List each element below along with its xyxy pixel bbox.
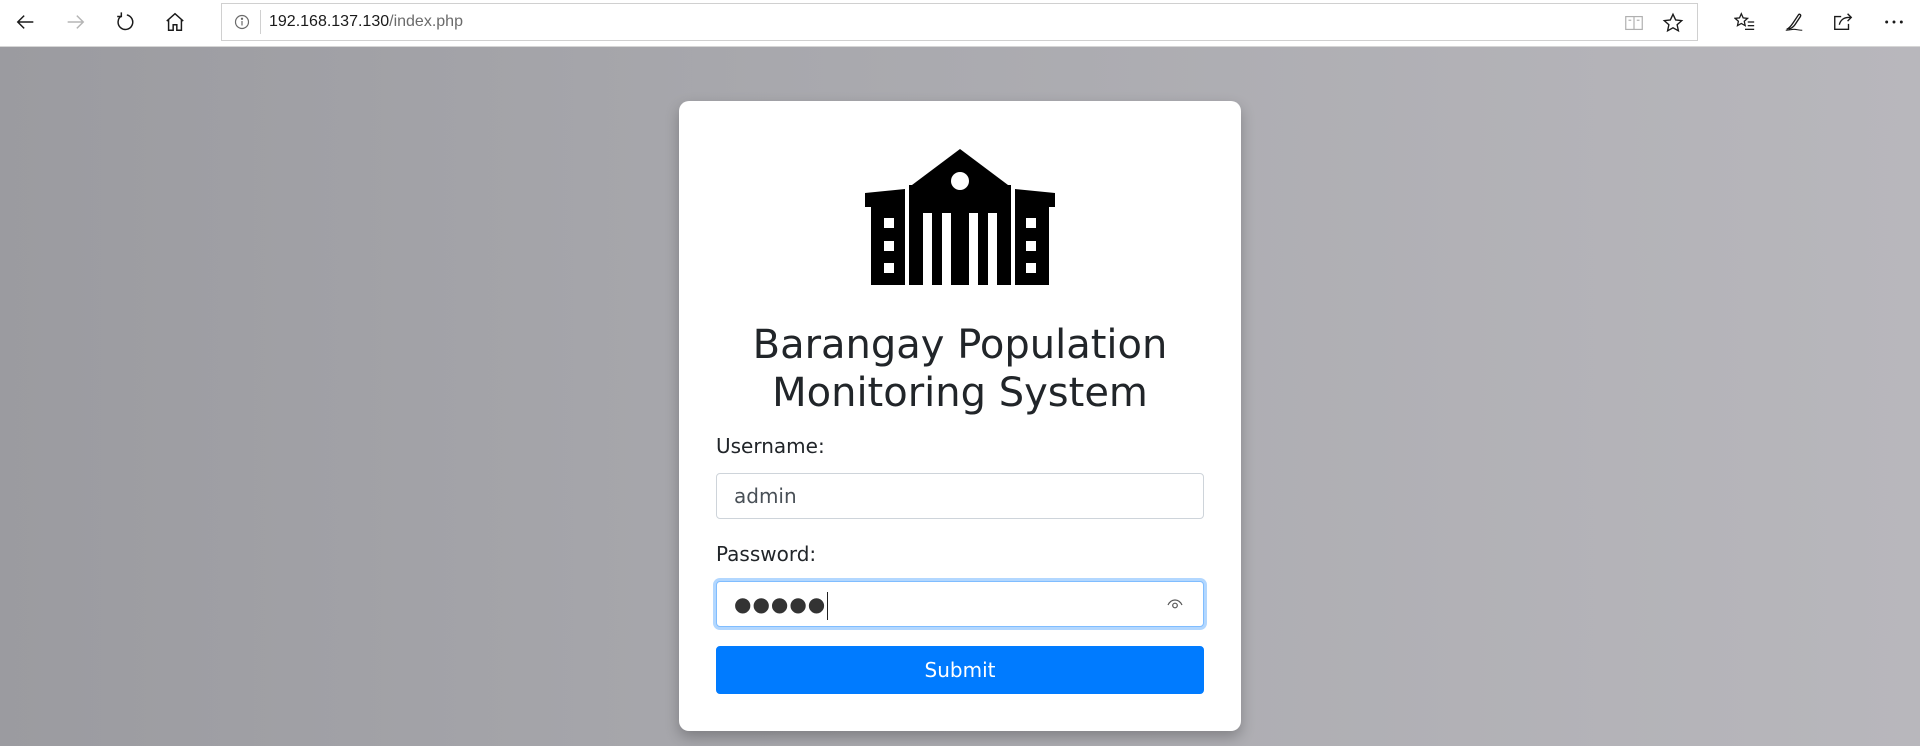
username-value: admin	[734, 484, 797, 508]
government-building-icon	[865, 149, 1055, 285]
pen-icon	[1785, 13, 1803, 31]
reading-view-icon[interactable]	[1623, 12, 1645, 34]
share-button[interactable]	[1825, 6, 1861, 38]
submit-button[interactable]: Submit	[716, 646, 1204, 694]
page-title: Barangay Population Monitoring System	[679, 321, 1241, 417]
more-button[interactable]	[1876, 6, 1912, 38]
password-label: Password:	[716, 542, 817, 566]
forward-button[interactable]	[57, 6, 93, 38]
text-caret	[827, 591, 829, 620]
notes-button[interactable]	[1776, 6, 1812, 38]
url-path: /index.php	[389, 13, 463, 30]
arrow-left-icon	[16, 15, 34, 29]
password-masked-value: ●●●●●	[734, 592, 827, 616]
share-icon	[1834, 13, 1853, 31]
address-divider	[260, 10, 261, 34]
browser-toolbar: 192.168.137.130/index.php	[0, 0, 1920, 47]
address-bar[interactable]: 192.168.137.130/index.php	[221, 3, 1698, 41]
favorites-button[interactable]	[1727, 6, 1763, 38]
url-text[interactable]: 192.168.137.130/index.php	[269, 13, 463, 31]
page-background: Barangay Population Monitoring System Us…	[0, 47, 1920, 746]
username-label: Username:	[716, 434, 825, 458]
star-icon[interactable]	[1662, 12, 1684, 34]
home-button[interactable]	[157, 6, 193, 38]
back-button[interactable]	[8, 6, 44, 38]
arrow-right-icon	[67, 15, 85, 29]
refresh-icon	[117, 12, 134, 31]
title-line-1: Barangay Population	[752, 322, 1168, 368]
more-icon	[1885, 20, 1903, 24]
url-host: 192.168.137.130	[269, 13, 390, 30]
favorites-list-icon	[1734, 12, 1755, 30]
login-card: Barangay Population Monitoring System Us…	[679, 101, 1241, 731]
title-line-2: Monitoring System	[772, 370, 1148, 416]
info-icon[interactable]	[234, 14, 250, 30]
username-field[interactable]: admin	[716, 473, 1204, 519]
home-icon	[166, 12, 184, 31]
refresh-button[interactable]	[107, 6, 143, 38]
password-field[interactable]: ●●●●●	[716, 581, 1204, 627]
eye-icon[interactable]	[1167, 597, 1183, 611]
